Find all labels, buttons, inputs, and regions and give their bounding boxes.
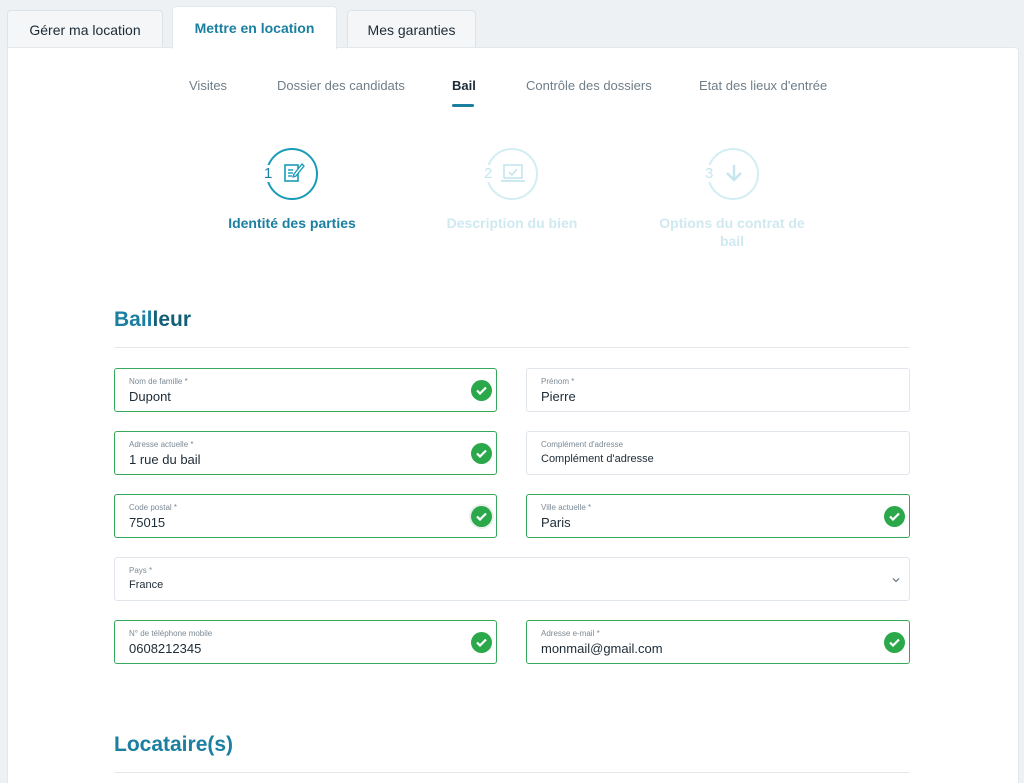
tab-label: Gérer ma location — [29, 21, 141, 38]
check-icon — [471, 443, 492, 464]
check-icon — [884, 632, 905, 653]
divider — [114, 772, 910, 773]
check-icon — [471, 380, 492, 401]
field-value: 75015 — [129, 515, 166, 530]
pays-select[interactable]: Pays * France — [114, 557, 910, 601]
arrow-down-icon — [726, 165, 742, 182]
tab-gerer-ma-location[interactable]: Gérer ma location — [7, 10, 163, 48]
tab-label: Mes garanties — [367, 21, 456, 38]
step-label: Identité des parties — [228, 215, 356, 231]
section-title-part: Bail — [114, 308, 153, 331]
field-label: Ville actuelle * — [541, 503, 592, 512]
step-label-line2: bail — [719, 233, 745, 249]
tab-mettre-en-location[interactable]: Mettre en location — [172, 6, 337, 49]
subnav-bail[interactable]: Bail — [452, 78, 476, 93]
field-value: Dupont — [129, 389, 171, 404]
complement-adresse-field[interactable]: Complément d'adresse Complément d'adress… — [526, 431, 910, 475]
adresse-actuelle-field[interactable]: Adresse actuelle * 1 rue du bail — [114, 431, 497, 475]
subnav: Visites Dossier des candidats Bail Contr… — [0, 78, 1024, 108]
subnav-etat-des-lieux[interactable]: Etat des lieux d'entrée — [699, 78, 827, 93]
subnav-visites[interactable]: Visites — [189, 78, 227, 93]
field-label: Adresse e-mail * — [541, 629, 600, 638]
field-value: 1 rue du bail — [129, 452, 201, 467]
field-value: Paris — [541, 515, 571, 530]
nom-de-famille-field[interactable]: Nom de famille * Dupont — [114, 368, 497, 412]
prenom-field[interactable]: Prénom * Pierre — [526, 368, 910, 412]
field-label: Adresse actuelle * — [129, 440, 194, 449]
field-value: France — [129, 579, 164, 591]
step-number: 1 — [262, 165, 275, 182]
section-title-locataires: Locataire(s) — [114, 733, 233, 757]
field-label: N° de téléphone mobile — [129, 629, 213, 638]
field-label: Prénom * — [541, 377, 575, 386]
email-field[interactable]: Adresse e-mail * monmail@gmail.com — [526, 620, 910, 664]
step-number: 3 — [703, 165, 716, 182]
step-label-line1: Options du contrat de — [659, 215, 805, 231]
check-icon — [471, 632, 492, 653]
step-label: Options du contrat de bail — [646, 214, 818, 250]
step-label: Description du bien — [446, 215, 578, 231]
field-label: Nom de famille * — [129, 377, 188, 386]
check-icon — [884, 506, 905, 527]
divider — [114, 347, 910, 348]
field-value: Pierre — [541, 389, 576, 404]
active-tab-indicator — [452, 104, 474, 107]
field-value: 0608212345 — [129, 641, 202, 656]
field-value: Complément d'adresse — [541, 453, 654, 465]
field-label: Code postal * — [129, 503, 178, 512]
tab-label: Mettre en location — [194, 20, 315, 36]
check-icon — [471, 506, 492, 527]
section-title-part: leur — [152, 308, 192, 331]
step-number: 2 — [482, 165, 495, 182]
laptop-check-icon — [501, 164, 525, 182]
telephone-mobile-field[interactable]: N° de téléphone mobile 0608212345 — [114, 620, 497, 664]
field-label: Complément d'adresse — [541, 440, 624, 449]
field-value: monmail@gmail.com — [541, 641, 663, 656]
field-label: Pays * — [129, 566, 153, 575]
section-title-bailleur: Bailleur — [114, 308, 191, 332]
subnav-controle-dossiers[interactable]: Contrôle des dossiers — [526, 78, 652, 93]
edit-document-icon — [284, 163, 305, 182]
code-postal-field[interactable]: Code postal * 75015 — [114, 494, 497, 538]
section-title-part: Locataire(s) — [114, 733, 234, 756]
tab-mes-garanties[interactable]: Mes garanties — [347, 10, 476, 48]
subnav-dossier-candidats[interactable]: Dossier des candidats — [277, 78, 405, 93]
chevron-down-icon — [892, 578, 900, 583]
ville-actuelle-field[interactable]: Ville actuelle * Paris — [526, 494, 910, 538]
